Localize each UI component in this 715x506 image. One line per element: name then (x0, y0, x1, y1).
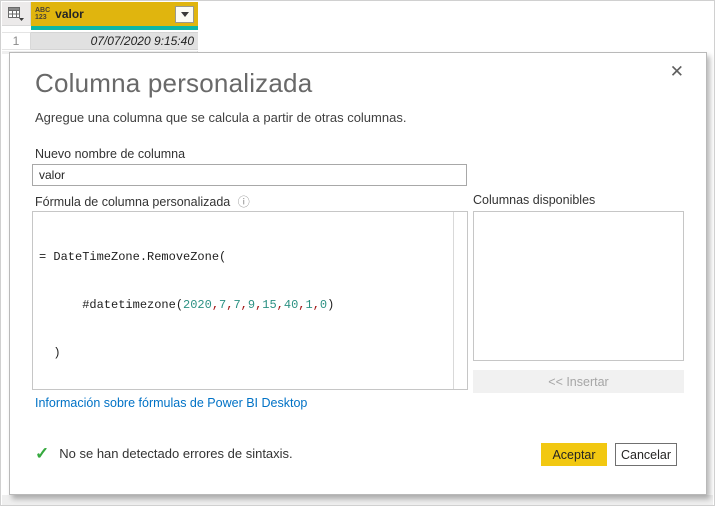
custom-column-dialog: ✕ Columna personalizada Agregue una colu… (9, 52, 707, 495)
check-icon: ✓ (35, 444, 50, 463)
column-filter-button[interactable] (175, 5, 194, 23)
dialog-subtitle: Agregue una columna que se calcula a par… (35, 110, 407, 125)
accept-button[interactable]: Aceptar (541, 443, 607, 466)
table-grid-icon (8, 6, 24, 21)
dialog-title: Columna personalizada (35, 68, 313, 98)
insert-button[interactable]: << Insertar (473, 370, 684, 393)
info-icon: ⓘ (237, 195, 250, 209)
new-column-name-label: Nuevo nombre de columna (35, 147, 186, 161)
syntax-message: No se han detectado errores de sintaxis. (59, 446, 293, 461)
new-column-name-input[interactable] (32, 164, 467, 186)
formula-editor[interactable]: = DateTimeZone.RemoveZone( #datetimezone… (32, 211, 468, 390)
close-icon[interactable]: ✕ (666, 61, 688, 82)
row-number: 1 (2, 32, 31, 50)
table-menu-icon[interactable] (2, 2, 31, 26)
column-name: valor (55, 7, 84, 21)
column-type-icon: ABC 123 (35, 7, 51, 21)
formula-code: = DateTimeZone.RemoveZone( #datetimezone… (33, 212, 452, 389)
power-query-editor: ABC 123 valor 1 07/07/2020 9:15:40 ✕ Col… (0, 0, 715, 506)
available-columns-label: Columnas disponibles (473, 193, 596, 207)
column-quality-bar (31, 26, 198, 30)
syntax-status: ✓ No se han detectado errores de sintaxi… (35, 445, 293, 462)
formula-label: Fórmula de columna personalizada ⓘ (35, 195, 250, 209)
formulas-help-link[interactable]: Información sobre fórmulas de Power BI D… (35, 396, 307, 410)
column-header-valor[interactable]: ABC 123 valor (31, 2, 198, 26)
chevron-down-icon (180, 11, 189, 17)
table-cell-value[interactable]: 07/07/2020 9:15:40 (31, 32, 198, 50)
formula-line-2: #datetimezone(2020,7,7,9,15,40,1,0) (39, 298, 335, 312)
available-columns-list[interactable] (473, 211, 684, 361)
background-strip (2, 495, 713, 505)
formula-line-1: = DateTimeZone.RemoveZone( (39, 250, 227, 264)
formula-line-3: ) (39, 346, 61, 360)
cancel-button[interactable]: Cancelar (615, 443, 677, 466)
formula-scrollbar[interactable] (453, 212, 467, 389)
